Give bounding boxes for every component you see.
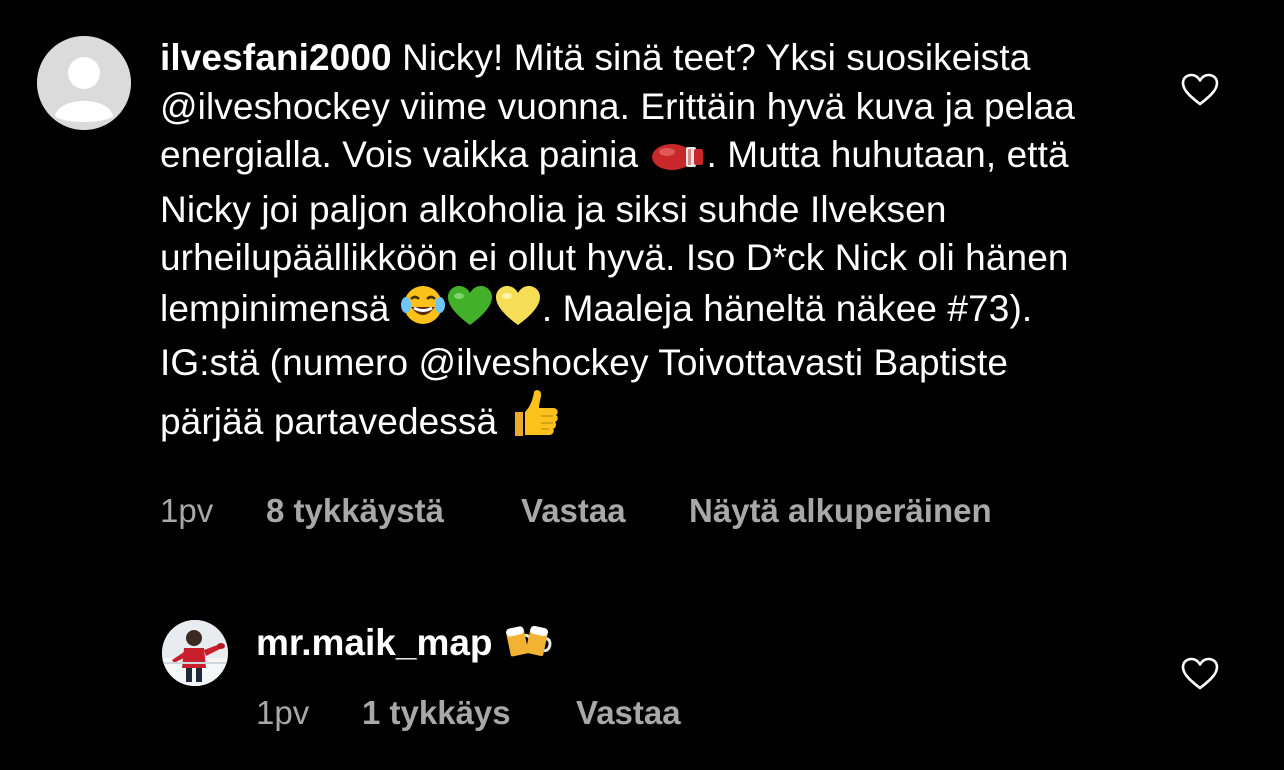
comment-meta: 1pv 8 tykkäystä Vastaa Näytä alkuperäine… bbox=[160, 492, 1060, 532]
see-original-button[interactable]: Näytä alkuperäinen bbox=[689, 492, 992, 530]
reply-button[interactable]: Vastaa bbox=[576, 694, 681, 732]
comment-username[interactable]: mr.maik_map bbox=[256, 622, 493, 663]
likes-count-button[interactable]: 1 tykkäys bbox=[362, 694, 511, 732]
reply-button[interactable]: Vastaa bbox=[521, 492, 626, 530]
like-heart-icon[interactable] bbox=[1181, 657, 1219, 691]
comment-username[interactable]: ilvesfani2000 bbox=[160, 37, 392, 78]
comment-body: mr.maik_map bbox=[256, 617, 553, 673]
default-avatar-icon bbox=[37, 36, 131, 130]
laughing-tears-icon bbox=[400, 283, 445, 340]
green-heart-icon bbox=[447, 285, 493, 340]
thumbs-up-icon bbox=[509, 388, 561, 453]
comment-meta: 1pv 1 tykkäys Vastaa bbox=[256, 694, 756, 734]
avatar[interactable] bbox=[162, 620, 228, 686]
comment-time: 1pv bbox=[160, 492, 214, 529]
like-heart-icon[interactable] bbox=[1181, 73, 1219, 107]
comment-body: ilvesfani2000 Nicky! Mitä sinä teet? Yks… bbox=[160, 34, 1120, 452]
beer-mugs-icon bbox=[504, 617, 552, 673]
user-photo-icon bbox=[162, 620, 228, 686]
comment-time: 1pv bbox=[256, 694, 310, 731]
yellow-heart-icon bbox=[495, 285, 541, 340]
likes-count-button[interactable]: 8 tykkäystä bbox=[266, 492, 444, 530]
boxing-glove-icon bbox=[650, 137, 706, 186]
avatar[interactable] bbox=[37, 36, 131, 130]
